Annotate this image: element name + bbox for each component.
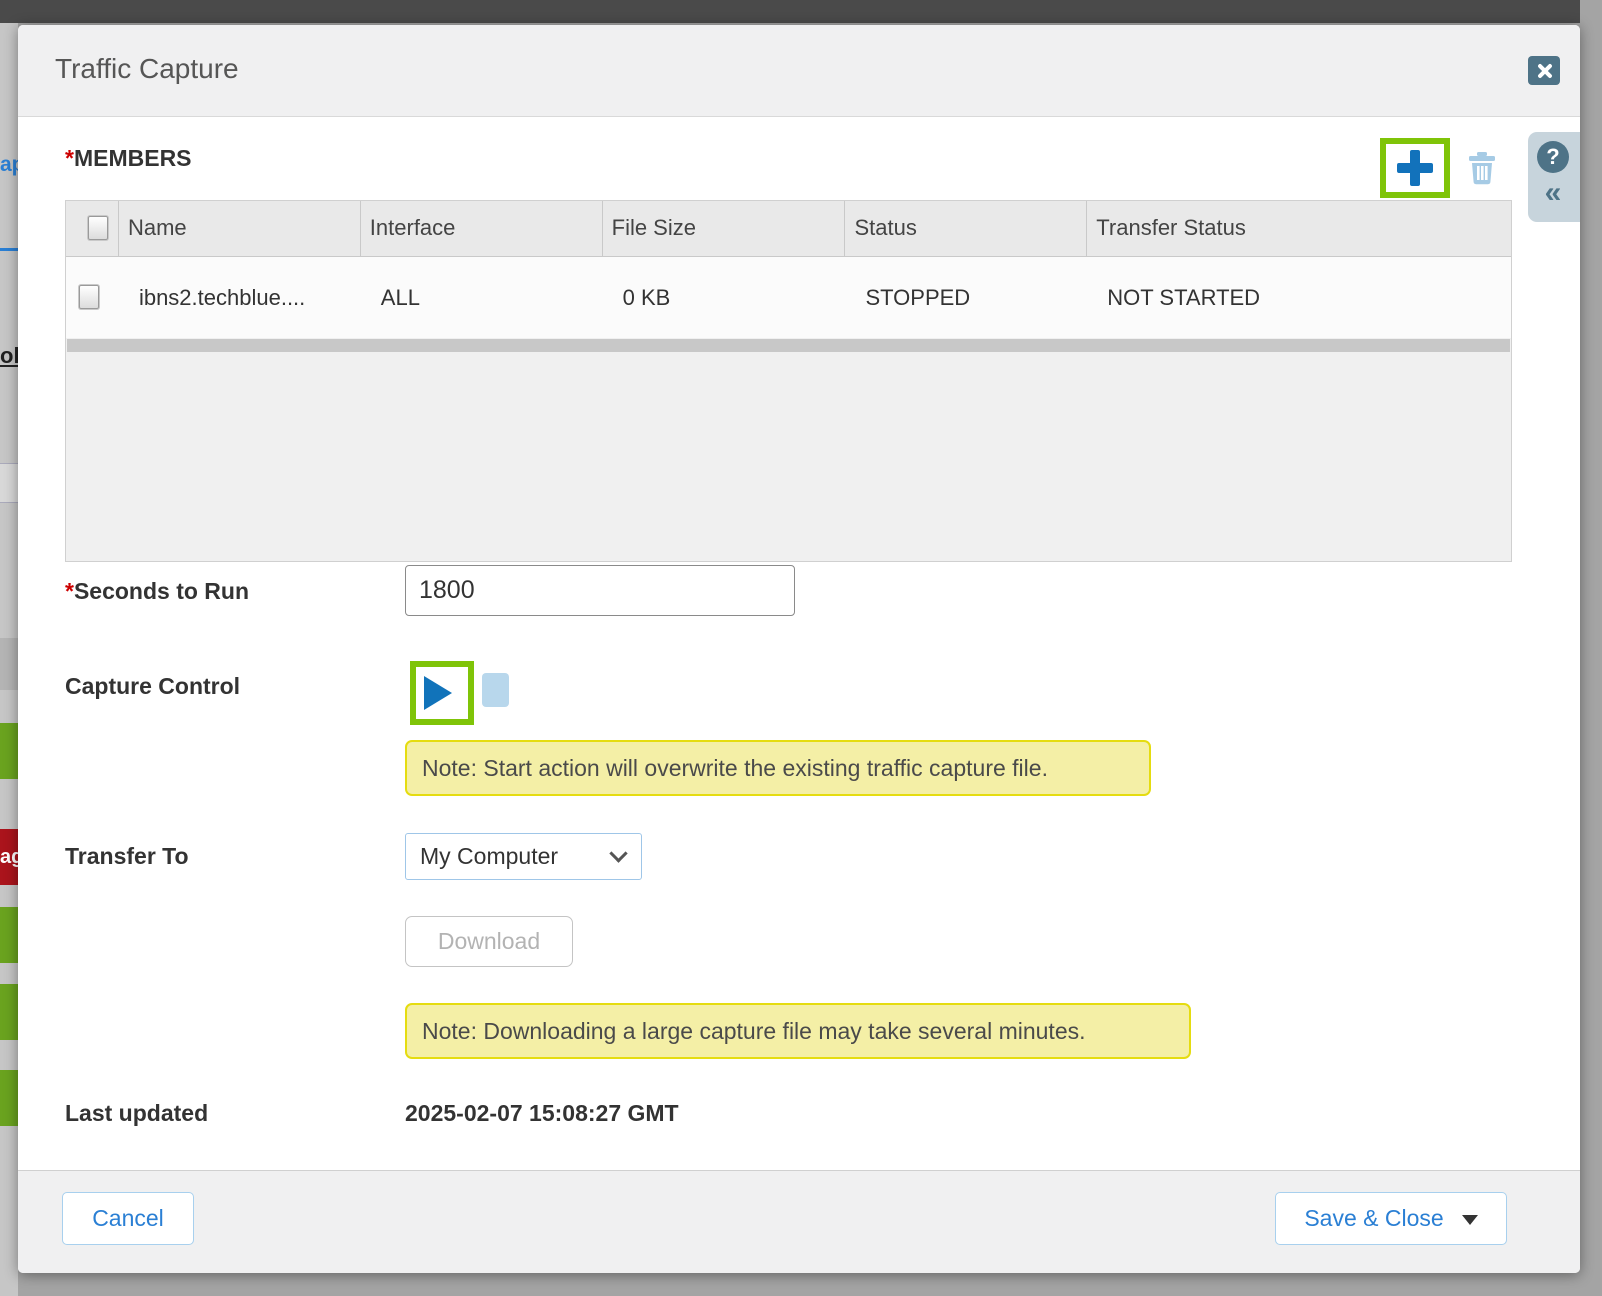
background-link-fragment: ap bbox=[0, 153, 18, 177]
cancel-button[interactable]: Cancel bbox=[62, 1192, 194, 1245]
close-icon bbox=[1536, 63, 1552, 79]
table-horizontal-scrollbar[interactable] bbox=[67, 339, 1510, 352]
add-member-button[interactable] bbox=[1386, 144, 1444, 192]
background-row-fragment bbox=[0, 638, 18, 690]
download-button[interactable]: Download bbox=[405, 916, 573, 967]
select-all-cell bbox=[66, 201, 119, 256]
cell-status: STOPPED bbox=[845, 257, 1087, 338]
download-note: Note: Downloading a large capture file m… bbox=[405, 1003, 1191, 1059]
background-heading-fragment: ol bbox=[0, 343, 18, 369]
dialog-header: Traffic Capture bbox=[18, 25, 1580, 117]
trash-icon bbox=[1466, 149, 1498, 185]
background-page-edge: ap ol ag bbox=[0, 23, 18, 1296]
column-header-interface[interactable]: Interface bbox=[361, 201, 603, 256]
close-button[interactable] bbox=[1528, 56, 1560, 85]
start-note: Note: Start action will overwrite the ex… bbox=[405, 740, 1151, 796]
save-and-close-button[interactable]: Save & Close bbox=[1275, 1192, 1507, 1245]
caret-down-icon bbox=[1462, 1215, 1478, 1225]
help-icon: ? bbox=[1546, 144, 1559, 169]
members-table-header: Name Interface File Size Status Transfer… bbox=[66, 201, 1511, 257]
transfer-to-select[interactable]: My Computer bbox=[405, 833, 642, 880]
help-button[interactable]: ? bbox=[1537, 141, 1569, 173]
transfer-to-selected-value: My Computer bbox=[420, 843, 558, 870]
delete-member-button[interactable] bbox=[1466, 149, 1498, 185]
background-status-badge-green bbox=[0, 1070, 18, 1126]
column-header-status[interactable]: Status bbox=[845, 201, 1087, 256]
start-capture-button[interactable] bbox=[424, 676, 460, 710]
last-updated-value: 2025-02-07 15:08:27 GMT bbox=[405, 1100, 679, 1127]
table-row[interactable]: ibns2.techblue.... ALL 0 KB STOPPED NOT … bbox=[66, 257, 1511, 338]
cell-file-size: 0 KB bbox=[603, 257, 846, 338]
cell-interface: ALL bbox=[361, 257, 603, 338]
column-header-transfer-status[interactable]: Transfer Status bbox=[1087, 201, 1511, 256]
required-asterisk: * bbox=[65, 145, 74, 171]
save-and-close-label: Save & Close bbox=[1304, 1205, 1443, 1231]
select-all-checkbox[interactable] bbox=[88, 216, 108, 240]
column-header-name[interactable]: Name bbox=[119, 201, 361, 256]
annotation-highlight-start-capture bbox=[410, 661, 474, 725]
stop-capture-button[interactable] bbox=[482, 673, 509, 707]
cell-transfer-status: NOT STARTED bbox=[1087, 257, 1511, 338]
annotation-highlight-add-member bbox=[1380, 138, 1450, 198]
background-status-badge-green bbox=[0, 907, 18, 963]
required-asterisk: * bbox=[65, 578, 74, 604]
last-updated-label: Last updated bbox=[65, 1100, 208, 1127]
row-checkbox[interactable] bbox=[79, 285, 99, 309]
background-status-badge-red: ag bbox=[0, 829, 18, 885]
chevron-down-icon bbox=[609, 844, 627, 862]
cell-name: ibns2.techblue.... bbox=[119, 257, 361, 338]
screen: ap ol ag Traffic Capture *MEMBERS bbox=[0, 0, 1602, 1296]
background-status-badge-green bbox=[0, 723, 18, 779]
background-input-fragment bbox=[0, 463, 18, 503]
play-icon bbox=[424, 676, 452, 710]
dialog-title: Traffic Capture bbox=[55, 53, 239, 85]
row-checkbox-cell bbox=[66, 257, 119, 338]
plus-icon bbox=[1397, 150, 1433, 186]
column-header-file-size[interactable]: File Size bbox=[603, 201, 846, 256]
transfer-to-label: Transfer To bbox=[65, 843, 189, 870]
chevron-double-left-icon: « bbox=[1545, 176, 1562, 209]
background-status-badge-green bbox=[0, 984, 18, 1040]
traffic-capture-dialog: Traffic Capture *MEMBERS ? « bbox=[18, 25, 1580, 1273]
seconds-to-run-input[interactable] bbox=[405, 565, 795, 616]
browser-top-bar bbox=[0, 0, 1580, 23]
members-label: *MEMBERS bbox=[65, 145, 192, 172]
capture-control-label: Capture Control bbox=[65, 673, 240, 700]
seconds-to-run-label: *Seconds to Run bbox=[65, 578, 249, 605]
background-tab-underline bbox=[0, 248, 18, 251]
dialog-side-panel: ? « bbox=[1528, 132, 1580, 222]
collapse-panel-button[interactable]: « bbox=[1537, 176, 1569, 210]
members-table: Name Interface File Size Status Transfer… bbox=[65, 200, 1512, 562]
dialog-footer: Cancel Save & Close bbox=[18, 1170, 1580, 1273]
